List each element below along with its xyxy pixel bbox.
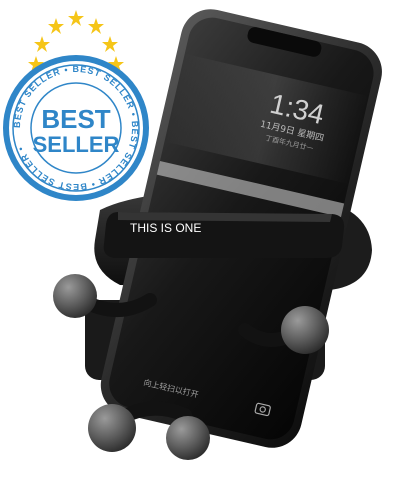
- grip-knob-right: [281, 306, 329, 354]
- star-icon: [34, 36, 50, 52]
- product-image: 1:34 11月9日 星期四 丁酉年九月廿一 向上轻扫以打开 THIS IS O…: [0, 0, 406, 492]
- star-icon: [68, 10, 84, 26]
- holder-crossbar: THIS IS ONE: [103, 212, 345, 258]
- star-icon: [88, 18, 104, 34]
- grip-knob-top-left: [53, 274, 97, 318]
- holder-label: THIS IS ONE: [130, 221, 201, 235]
- grip-knob-bottom: [166, 416, 210, 460]
- badge-text-best: BEST: [41, 104, 110, 134]
- star-icon: [102, 36, 118, 52]
- badge-text-seller: SELLER: [33, 132, 120, 157]
- best-seller-badge: BEST SELLER • BEST SELLER • BEST SELLER …: [3, 55, 149, 201]
- star-icon: [48, 18, 64, 34]
- grip-knob-bottom-left: [88, 404, 136, 452]
- product-illustration: 1:34 11月9日 星期四 丁酉年九月廿一 向上轻扫以打开 THIS IS O…: [3, 9, 382, 460]
